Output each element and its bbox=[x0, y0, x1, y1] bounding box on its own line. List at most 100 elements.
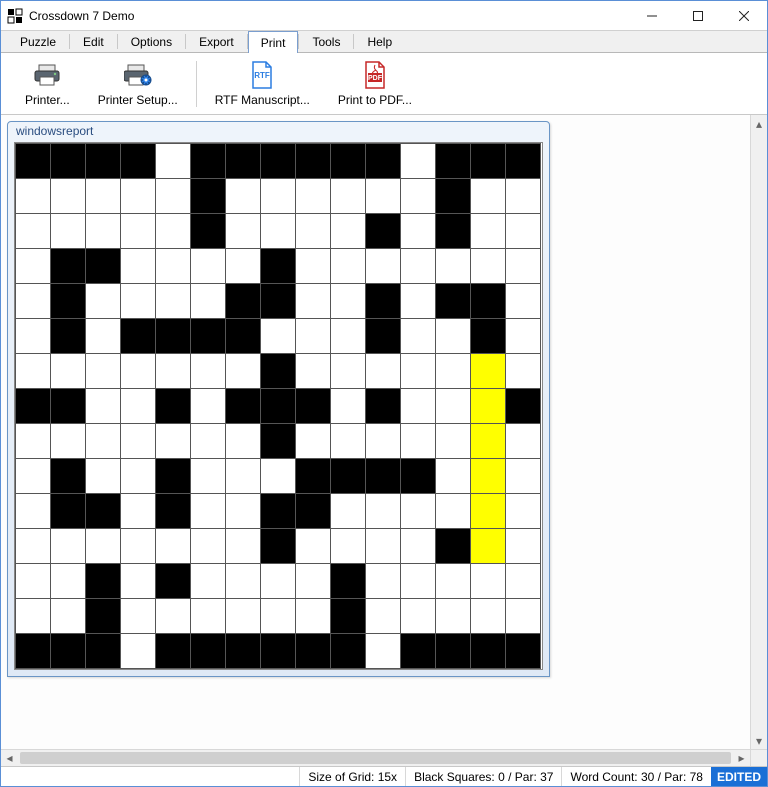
grid-cell[interactable] bbox=[436, 179, 471, 214]
grid-cell[interactable] bbox=[331, 389, 366, 424]
grid-cell[interactable] bbox=[226, 284, 261, 319]
grid-cell[interactable] bbox=[261, 214, 296, 249]
grid-cell[interactable] bbox=[86, 179, 121, 214]
grid-cell[interactable] bbox=[226, 494, 261, 529]
menu-tools[interactable]: Tools bbox=[299, 31, 353, 52]
grid-cell[interactable] bbox=[401, 459, 436, 494]
grid-cell[interactable] bbox=[436, 389, 471, 424]
grid-cell[interactable] bbox=[51, 354, 86, 389]
grid-cell[interactable] bbox=[226, 319, 261, 354]
grid-cell[interactable] bbox=[471, 144, 506, 179]
grid-cell[interactable] bbox=[296, 564, 331, 599]
menu-edit[interactable]: Edit bbox=[70, 31, 117, 52]
grid-cell[interactable] bbox=[471, 214, 506, 249]
grid-cell[interactable] bbox=[86, 494, 121, 529]
grid-cell[interactable] bbox=[261, 459, 296, 494]
grid-cell[interactable] bbox=[156, 529, 191, 564]
grid-cell[interactable] bbox=[51, 179, 86, 214]
grid-cell[interactable] bbox=[191, 599, 226, 634]
menu-options[interactable]: Options bbox=[118, 31, 185, 52]
grid-cell[interactable] bbox=[261, 529, 296, 564]
grid-cell[interactable] bbox=[261, 564, 296, 599]
grid-cell[interactable] bbox=[296, 529, 331, 564]
grid-cell[interactable] bbox=[296, 424, 331, 459]
grid-cell[interactable] bbox=[471, 599, 506, 634]
grid-cell[interactable] bbox=[296, 249, 331, 284]
grid-cell[interactable] bbox=[121, 459, 156, 494]
grid-cell[interactable] bbox=[296, 214, 331, 249]
grid-cell[interactable] bbox=[471, 284, 506, 319]
grid-cell[interactable] bbox=[436, 424, 471, 459]
grid-cell[interactable] bbox=[331, 599, 366, 634]
grid-cell[interactable] bbox=[121, 389, 156, 424]
grid-cell[interactable] bbox=[156, 424, 191, 459]
grid-cell[interactable] bbox=[86, 599, 121, 634]
pdf-button[interactable]: PDFPrint to PDF... bbox=[324, 55, 426, 113]
grid-cell[interactable] bbox=[296, 319, 331, 354]
grid-cell[interactable] bbox=[366, 214, 401, 249]
grid-cell[interactable] bbox=[331, 249, 366, 284]
grid-cell[interactable] bbox=[156, 564, 191, 599]
grid-cell[interactable] bbox=[86, 424, 121, 459]
grid-cell[interactable] bbox=[401, 179, 436, 214]
grid-cell[interactable] bbox=[506, 564, 541, 599]
grid-cell[interactable] bbox=[261, 494, 296, 529]
grid-cell[interactable] bbox=[51, 214, 86, 249]
grid-cell[interactable] bbox=[86, 214, 121, 249]
grid-cell[interactable] bbox=[156, 249, 191, 284]
grid-cell[interactable] bbox=[471, 529, 506, 564]
grid-cell[interactable] bbox=[261, 354, 296, 389]
grid-cell[interactable] bbox=[16, 564, 51, 599]
grid-cell[interactable] bbox=[86, 529, 121, 564]
grid-cell[interactable] bbox=[366, 354, 401, 389]
grid-cell[interactable] bbox=[226, 249, 261, 284]
grid-cell[interactable] bbox=[16, 634, 51, 669]
grid-cell[interactable] bbox=[366, 389, 401, 424]
grid-cell[interactable] bbox=[51, 144, 86, 179]
grid-cell[interactable] bbox=[401, 424, 436, 459]
grid-cell[interactable] bbox=[436, 144, 471, 179]
grid-cell[interactable] bbox=[366, 249, 401, 284]
grid-cell[interactable] bbox=[86, 249, 121, 284]
grid-cell[interactable] bbox=[226, 214, 261, 249]
grid-cell[interactable] bbox=[331, 214, 366, 249]
crossword-grid[interactable] bbox=[15, 143, 541, 669]
grid-cell[interactable] bbox=[156, 599, 191, 634]
grid-cell[interactable] bbox=[156, 634, 191, 669]
menu-export[interactable]: Export bbox=[186, 31, 247, 52]
grid-cell[interactable] bbox=[16, 284, 51, 319]
grid-cell[interactable] bbox=[121, 599, 156, 634]
grid-cell[interactable] bbox=[471, 354, 506, 389]
grid-cell[interactable] bbox=[191, 319, 226, 354]
rtf-button[interactable]: RTFRTF Manuscript... bbox=[201, 55, 324, 113]
grid-cell[interactable] bbox=[191, 634, 226, 669]
grid-cell[interactable] bbox=[296, 599, 331, 634]
grid-cell[interactable] bbox=[296, 389, 331, 424]
grid-cell[interactable] bbox=[471, 249, 506, 284]
grid-cell[interactable] bbox=[506, 214, 541, 249]
grid-cell[interactable] bbox=[436, 284, 471, 319]
grid-cell[interactable] bbox=[86, 389, 121, 424]
grid-cell[interactable] bbox=[16, 599, 51, 634]
grid-cell[interactable] bbox=[191, 354, 226, 389]
grid-cell[interactable] bbox=[51, 459, 86, 494]
grid-cell[interactable] bbox=[506, 459, 541, 494]
grid-cell[interactable] bbox=[366, 179, 401, 214]
grid-cell[interactable] bbox=[296, 634, 331, 669]
grid-cell[interactable] bbox=[331, 634, 366, 669]
grid-cell[interactable] bbox=[191, 564, 226, 599]
menu-puzzle[interactable]: Puzzle bbox=[7, 31, 69, 52]
grid-cell[interactable] bbox=[226, 424, 261, 459]
grid-cell[interactable] bbox=[51, 529, 86, 564]
grid-cell[interactable] bbox=[506, 249, 541, 284]
grid-cell[interactable] bbox=[401, 634, 436, 669]
grid-cell[interactable] bbox=[121, 179, 156, 214]
grid-cell[interactable] bbox=[331, 144, 366, 179]
grid-cell[interactable] bbox=[226, 389, 261, 424]
grid-cell[interactable] bbox=[471, 424, 506, 459]
grid-cell[interactable] bbox=[226, 564, 261, 599]
grid-cell[interactable] bbox=[121, 564, 156, 599]
grid-cell[interactable] bbox=[261, 249, 296, 284]
grid-cell[interactable] bbox=[191, 214, 226, 249]
grid-cell[interactable] bbox=[16, 144, 51, 179]
